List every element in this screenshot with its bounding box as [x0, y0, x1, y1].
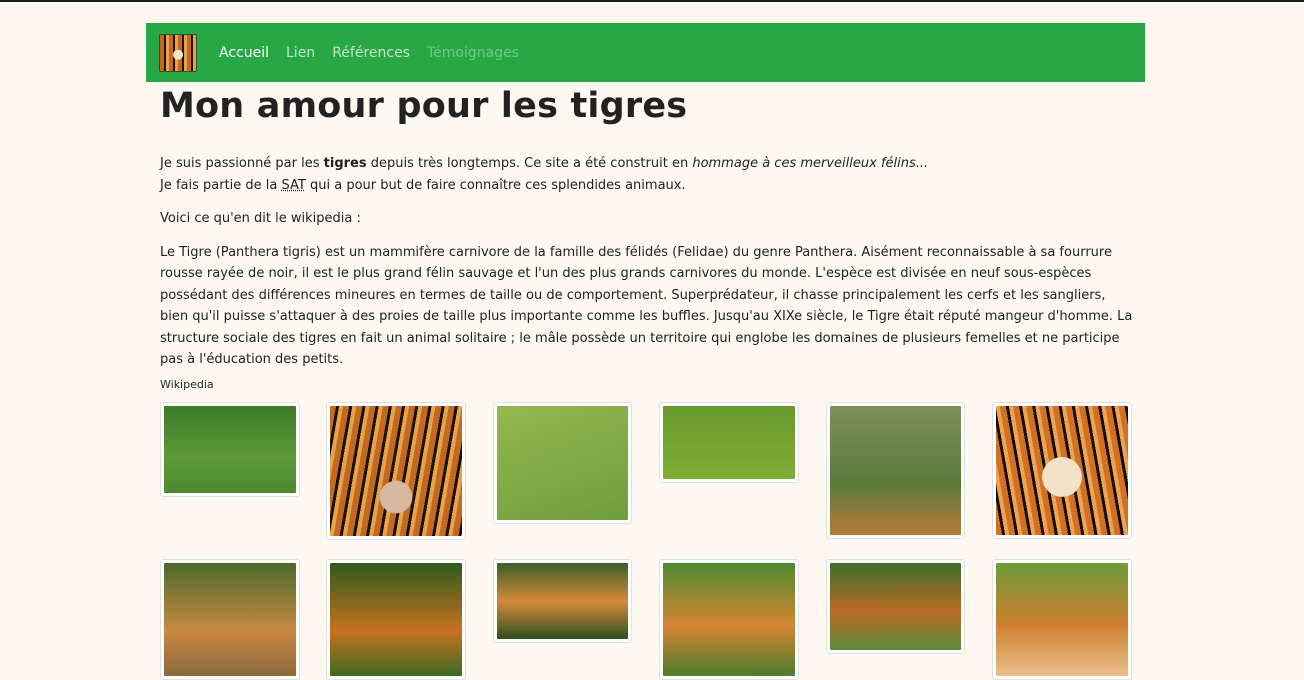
gallery-thumbnail[interactable] — [826, 402, 965, 539]
gallery-thumbnail[interactable] — [659, 559, 799, 680]
gallery-thumbnail[interactable] — [160, 559, 300, 680]
main-content: Je suis passionné par les tigres depuis … — [160, 153, 1135, 395]
tiger-photo-3 — [497, 406, 628, 520]
tiger-photo-11 — [830, 563, 961, 650]
tiger-photo-12 — [996, 563, 1128, 676]
page-title: Mon amour pour les tigres — [160, 86, 688, 126]
top-border — [0, 0, 1304, 2]
tiger-photo-5 — [830, 406, 961, 535]
page-container: Accueil Lien Références Témoignages Mon … — [146, 23, 1145, 680]
intro-bold-tigres: tigres — [323, 156, 367, 171]
tiger-photo-7 — [164, 563, 296, 676]
nav-link-lien[interactable]: Lien — [286, 45, 315, 61]
tiger-photo-2 — [330, 406, 462, 536]
tiger-photo-8 — [330, 563, 462, 676]
sat-abbreviation[interactable]: SAT — [282, 178, 306, 193]
gallery-thumbnail[interactable] — [659, 402, 799, 483]
tiger-photo-10 — [663, 563, 795, 676]
tiger-photo-1 — [164, 406, 296, 493]
intro-italic: hommage à ces merveilleux félins... — [692, 156, 929, 171]
wiki-source: Wikipedia — [160, 377, 214, 391]
intro-text-4: qui a pour but de faire connaître ces sp… — [305, 177, 686, 193]
gallery-thumbnail[interactable] — [493, 402, 632, 524]
nav-link-temoignages: Témoignages — [426, 44, 519, 61]
tiger-photo-4 — [663, 406, 795, 479]
nav-link-references[interactable]: Références — [332, 45, 410, 61]
gallery-thumbnail[interactable] — [160, 402, 300, 497]
gallery-thumbnail[interactable] — [326, 402, 466, 540]
intro-text-2: depuis très longtemps. Ce site a été con… — [366, 156, 693, 171]
intro-paragraph: Je suis passionné par les tigres depuis … — [160, 153, 1135, 196]
gallery-thumbnail[interactable] — [493, 559, 632, 643]
intro-text-3: Je fais partie de la — [160, 177, 282, 193]
gallery-thumbnail[interactable] — [992, 402, 1132, 539]
tiger-photo-6 — [996, 406, 1128, 535]
tiger-logo-icon[interactable] — [159, 33, 197, 72]
gallery-thumbnail[interactable] — [326, 559, 466, 680]
gallery-thumbnail[interactable] — [826, 559, 965, 654]
wiki-quote: Le Tigre (Panthera tigris) est un mammif… — [160, 244, 1133, 368]
gallery-thumbnail[interactable] — [992, 559, 1132, 680]
navbar: Accueil Lien Références Témoignages — [146, 23, 1145, 82]
wiki-intro: Voici ce qu'en dit le wikipedia : — [160, 211, 361, 226]
tiger-photo-9 — [497, 563, 628, 639]
nav-link-accueil[interactable]: Accueil — [219, 45, 269, 61]
intro-text-1: Je suis passionné par les — [160, 156, 324, 171]
